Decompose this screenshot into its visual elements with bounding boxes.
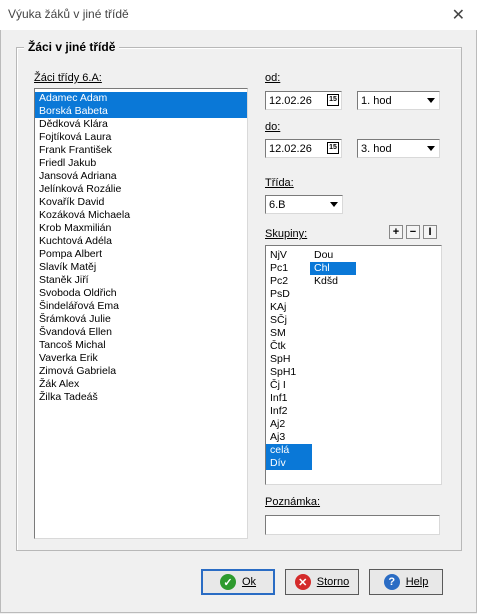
title-bar: Výuka žáků v jiné třídě ✕: [0, 0, 477, 30]
to-lesson-select[interactable]: 3. hod: [357, 139, 440, 158]
students-listbox[interactable]: Adamec Adam Borská Babeta Dědková Klára Foj…: [34, 88, 248, 539]
groups-column-2: Dou Chl Kdšd: [310, 249, 356, 288]
from-lesson-value: 1. hod: [361, 95, 392, 107]
class-label: Třída:: [265, 177, 294, 189]
list-item[interactable]: Svoboda Oldřich: [35, 287, 247, 300]
list-item[interactable]: Slavík Matěj: [35, 261, 247, 274]
class-value: 6.B: [269, 199, 286, 211]
list-item[interactable]: Fojtíková Laura: [35, 131, 247, 144]
edit-group-button[interactable]: I: [423, 225, 437, 239]
groups-listbox[interactable]: NjV Pc1 Pc2 PsD KAj SČj SM Čtk SpH SpH1 Čj I Inf1 In…: [265, 245, 442, 485]
list-item[interactable]: Kozáková Michaela: [35, 209, 247, 222]
from-date-value: 12.02.26: [269, 95, 312, 107]
list-item[interactable]: Dív: [266, 457, 312, 470]
list-item[interactable]: SČj: [266, 314, 312, 327]
list-item[interactable]: Friedl Jakub: [35, 157, 247, 170]
note-label: Poznámka:: [265, 496, 321, 508]
group-title: Žáci v jiné třídě: [24, 40, 120, 54]
chevron-down-icon[interactable]: [427, 146, 435, 151]
list-item[interactable]: Kuchtová Adéla: [35, 235, 247, 248]
list-item[interactable]: Kovařík David: [35, 196, 247, 209]
list-item[interactable]: Švandová Ellen: [35, 326, 247, 339]
from-label: od:: [265, 72, 281, 84]
check-icon: ✓: [219, 574, 236, 590]
list-item[interactable]: Čj I: [266, 379, 312, 392]
list-item[interactable]: SpH: [266, 353, 312, 366]
ok-label: Ok: [241, 576, 257, 588]
to-lesson-value: 3. hod: [361, 143, 392, 155]
cancel-label: Storno: [316, 576, 350, 588]
to-label: do:: [265, 121, 281, 133]
list-item[interactable]: PsD: [266, 288, 312, 301]
list-item[interactable]: Kdšd: [310, 275, 356, 288]
list-item[interactable]: Borská Babeta: [35, 105, 247, 118]
list-item[interactable]: celá: [266, 444, 312, 457]
groups-label: Skupiny:: [265, 228, 308, 240]
list-item[interactable]: Vaverka Erik: [35, 352, 247, 365]
list-item[interactable]: Staněk Jiří: [35, 274, 247, 287]
list-item[interactable]: Inf2: [266, 405, 312, 418]
list-item[interactable]: Pc1: [266, 262, 312, 275]
remove-group-button[interactable]: −: [406, 225, 420, 239]
list-item[interactable]: NjV: [266, 249, 312, 262]
list-item[interactable]: Chl: [310, 262, 356, 275]
add-group-button[interactable]: +: [389, 225, 403, 239]
calendar-icon[interactable]: 15: [327, 142, 339, 154]
from-lesson-select[interactable]: 1. hod: [357, 91, 440, 110]
list-item[interactable]: Žák Alex: [35, 378, 247, 391]
list-item[interactable]: Tancoš Michal: [35, 339, 247, 352]
chevron-down-icon[interactable]: [330, 202, 338, 207]
to-date-field[interactable]: 12.02.26 15: [265, 139, 342, 158]
window-title: Výuka žáků v jiné třídě: [8, 7, 129, 21]
help-icon: ?: [383, 574, 400, 590]
list-item[interactable]: Aj2: [266, 418, 312, 431]
students-label: Žáci třídy 6.A:: [34, 72, 102, 84]
list-item[interactable]: Inf1: [266, 392, 312, 405]
list-item[interactable]: Jansová Adriana: [35, 170, 247, 183]
list-item[interactable]: Šrámková Julie: [35, 313, 247, 326]
list-item[interactable]: Aj3: [266, 431, 312, 444]
ok-button[interactable]: ✓ Ok: [201, 569, 275, 595]
help-button[interactable]: ? Help: [369, 569, 443, 595]
list-item[interactable]: Zimová Gabriela: [35, 365, 247, 378]
list-item[interactable]: Adamec Adam: [35, 92, 247, 105]
list-item[interactable]: Frank František: [35, 144, 247, 157]
help-label: Help: [405, 576, 429, 588]
class-select[interactable]: 6.B: [265, 195, 343, 214]
from-date-field[interactable]: 12.02.26 15: [265, 91, 342, 110]
list-item[interactable]: Žilka Tadeáš: [35, 391, 247, 404]
list-item[interactable]: Dou: [310, 249, 356, 262]
close-icon[interactable]: ✕: [452, 5, 465, 25]
list-item[interactable]: Čtk: [266, 340, 312, 353]
list-item[interactable]: SM: [266, 327, 312, 340]
cancel-button[interactable]: ✕ Storno: [285, 569, 359, 595]
calendar-icon[interactable]: 15: [327, 94, 339, 106]
list-item[interactable]: KAj: [266, 301, 312, 314]
list-item[interactable]: Dědková Klára: [35, 118, 247, 131]
list-item[interactable]: Šindelářová Ema: [35, 300, 247, 313]
list-item[interactable]: Pompa Albert: [35, 248, 247, 261]
note-field[interactable]: [265, 515, 440, 535]
list-item[interactable]: Jelínková Rozálie: [35, 183, 247, 196]
list-item[interactable]: Pc2: [266, 275, 312, 288]
close-icon: ✕: [294, 574, 311, 590]
groups-column-1: NjV Pc1 Pc2 PsD KAj SČj SM Čtk SpH SpH1 Čj I Inf1 In…: [266, 249, 312, 470]
list-item[interactable]: SpH1: [266, 366, 312, 379]
list-item[interactable]: Krob Maxmilián: [35, 222, 247, 235]
chevron-down-icon[interactable]: [427, 98, 435, 103]
to-date-value: 12.02.26: [269, 143, 312, 155]
